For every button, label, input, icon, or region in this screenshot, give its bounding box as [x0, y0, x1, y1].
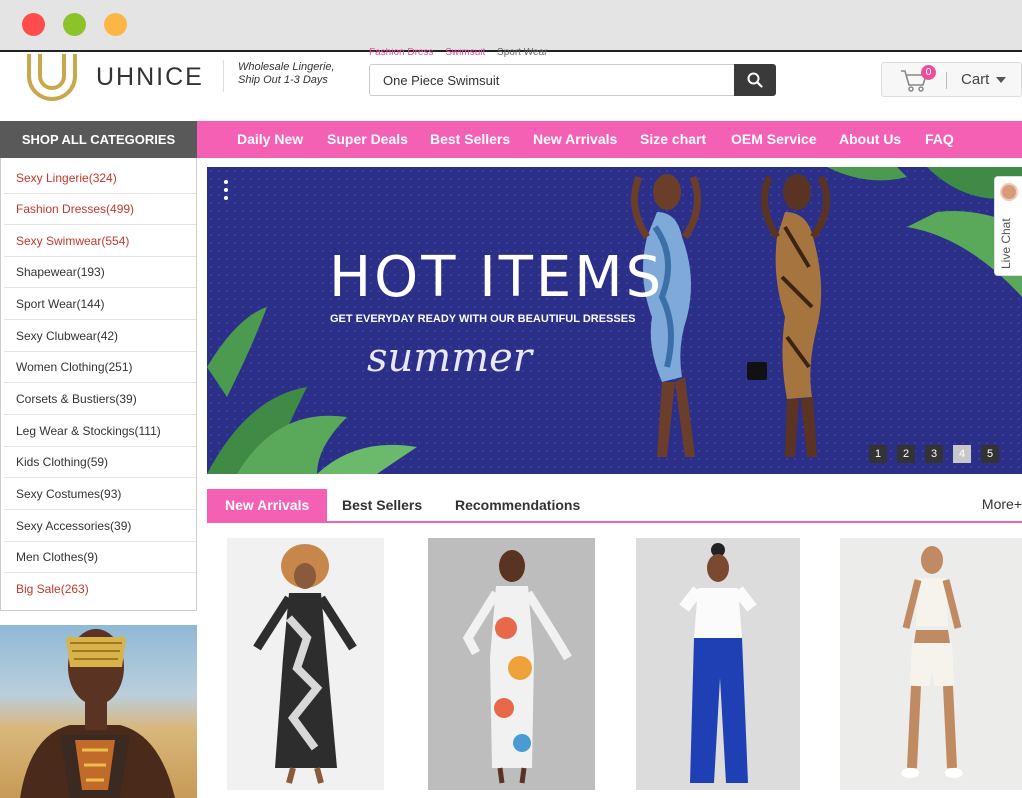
- banner-title: HOT ITEMS: [329, 245, 665, 310]
- sidebar-item-sexy-swimwear[interactable]: Sexy Swimwear(554): [4, 225, 196, 257]
- hot-searches: Fashion Dress Swimsuit Sport Wear: [369, 48, 556, 58]
- tagline-line-2: Ship Out 1-3 Days: [238, 74, 328, 86]
- hero-banner[interactable]: HOT ITEMS GET EVERYDAY READY WITH OUR BE…: [207, 167, 1022, 474]
- hot-search-link[interactable]: Swimsuit: [445, 48, 485, 58]
- more-link[interactable]: More+: [982, 489, 1022, 521]
- search-input[interactable]: [370, 65, 734, 95]
- tab-best-sellers[interactable]: Best Sellers: [342, 489, 422, 521]
- logo-icon[interactable]: [26, 54, 78, 102]
- product-card[interactable]: [428, 538, 595, 790]
- close-window-button[interactable]: [22, 13, 45, 36]
- nav-daily-new[interactable]: Daily New: [237, 121, 303, 158]
- product-card[interactable]: [227, 538, 384, 790]
- promo-image[interactable]: [0, 625, 197, 798]
- logo-divider: [223, 60, 224, 92]
- sidebar-item-sexy-costumes[interactable]: Sexy Costumes(93): [4, 478, 196, 510]
- product-card[interactable]: [636, 538, 800, 790]
- sidebar-item-leg-wear[interactable]: Leg Wear & Stockings(111): [4, 415, 196, 447]
- minimize-window-button[interactable]: [63, 13, 86, 36]
- product-image: [462, 550, 572, 784]
- hot-search-link[interactable]: Sport Wear: [497, 48, 547, 58]
- sidebar-item-sport-wear[interactable]: Sport Wear(144): [4, 288, 196, 320]
- tab-new-arrivals[interactable]: New Arrivals: [207, 489, 328, 521]
- search-button[interactable]: [734, 64, 776, 96]
- slide-dot-4[interactable]: 4: [953, 445, 971, 463]
- category-sidebar: Sexy Lingerie(324) Fashion Dresses(499) …: [0, 158, 197, 611]
- cart-count-badge: 0: [921, 65, 936, 80]
- sidebar-item-shapewear[interactable]: Shapewear(193): [4, 256, 196, 288]
- banner-subtitle: GET EVERYDAY READY WITH OUR BEAUTIFUL DR…: [330, 313, 636, 325]
- nav-oem-service[interactable]: OEM Service: [731, 121, 817, 158]
- promo-figure: [20, 629, 175, 798]
- main-nav: Daily New Super Deals Best Sellers New A…: [197, 121, 1022, 158]
- nav-faq[interactable]: FAQ: [925, 121, 954, 158]
- sidebar-item-kids-clothing[interactable]: Kids Clothing(59): [4, 446, 196, 478]
- sidebar-item-sexy-lingerie[interactable]: Sexy Lingerie(324): [4, 162, 196, 194]
- product-image: [253, 544, 357, 784]
- product-image: [679, 543, 757, 783]
- sidebar-item-men-clothes[interactable]: Men Clothes(9): [4, 541, 196, 573]
- hot-search-link[interactable]: Fashion Dress: [369, 48, 433, 58]
- slide-dot-5[interactable]: 5: [981, 445, 999, 463]
- tagline-line-1: Wholesale Lingerie,: [238, 61, 335, 73]
- nav-super-deals[interactable]: Super Deals: [327, 121, 408, 158]
- logo-text[interactable]: UHNICE: [96, 63, 204, 92]
- slide-dot-2[interactable]: 2: [897, 445, 915, 463]
- sidebar-item-sexy-clubwear[interactable]: Sexy Clubwear(42): [4, 320, 196, 352]
- search-box: [369, 64, 734, 96]
- sidebar-item-big-sale[interactable]: Big Sale(263): [4, 573, 196, 605]
- tagline: Wholesale Lingerie, Ship Out 1-3 Days: [238, 61, 335, 87]
- more-vertical-icon[interactable]: [224, 180, 228, 204]
- sidebar-item-sexy-accessories[interactable]: Sexy Accessories(39): [4, 510, 196, 542]
- site-header: UHNICE Wholesale Lingerie, Ship Out 1-3 …: [0, 48, 1022, 120]
- live-chat-button[interactable]: Live Chat: [994, 176, 1022, 276]
- nav-size-chart[interactable]: Size chart: [640, 121, 706, 158]
- nav-new-arrivals[interactable]: New Arrivals: [533, 121, 617, 158]
- product-card[interactable]: [840, 538, 1022, 790]
- product-tabs: New Arrivals Best Sellers Recommendation…: [207, 489, 1022, 523]
- cart-divider: [946, 72, 947, 89]
- sidebar-item-fashion-dresses[interactable]: Fashion Dresses(499): [4, 193, 196, 225]
- banner-script-text: summer: [367, 335, 532, 381]
- maximize-window-button[interactable]: [104, 13, 127, 36]
- cart-button[interactable]: 0 Cart: [881, 62, 1022, 97]
- tab-recommendations[interactable]: Recommendations: [455, 489, 580, 521]
- cart-label: Cart: [961, 71, 990, 88]
- search-icon: [747, 72, 763, 88]
- slide-dot-3[interactable]: 3: [925, 445, 943, 463]
- avatar: [1000, 183, 1018, 201]
- live-chat-label: Live Chat: [999, 218, 1013, 269]
- sidebar-item-corsets-bustiers[interactable]: Corsets & Bustiers(39): [4, 383, 196, 415]
- sidebar-item-women-clothing[interactable]: Women Clothing(251): [4, 351, 196, 383]
- nav-best-sellers[interactable]: Best Sellers: [430, 121, 510, 158]
- slide-dot-1[interactable]: 1: [869, 445, 887, 463]
- product-image: [901, 546, 963, 778]
- nav-about-us[interactable]: About Us: [839, 121, 901, 158]
- chevron-down-icon: [996, 77, 1006, 83]
- shop-all-categories-button[interactable]: SHOP ALL CATEGORIES: [0, 121, 197, 158]
- window-titlebar: [0, 0, 1022, 52]
